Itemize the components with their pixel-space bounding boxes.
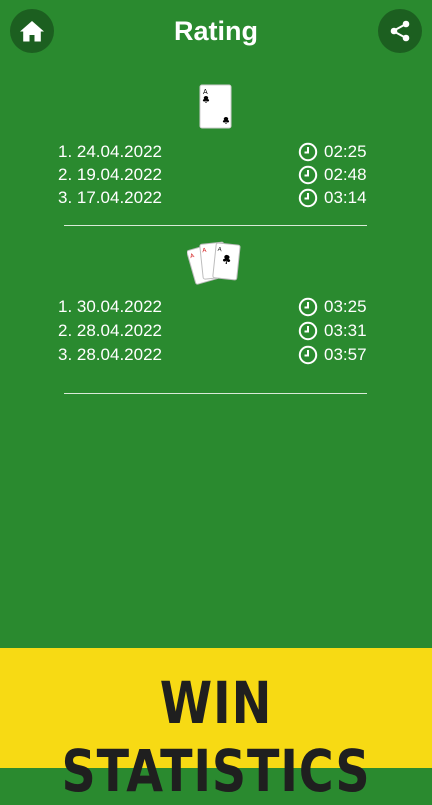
banner-text: WIN STATISTICS bbox=[61, 669, 371, 805]
time-text: 03:25 bbox=[324, 297, 367, 316]
time-text: 02:48 bbox=[324, 165, 367, 184]
time-value: 03:31 bbox=[298, 319, 367, 343]
clock-icon bbox=[298, 165, 318, 185]
rating-section-three-cards: A A A 1. 30.04.2022 03:25 2. 28.04.2022 … bbox=[0, 236, 432, 386]
rank-date: 2. 28.04.2022 bbox=[58, 321, 162, 340]
time-text: 03:57 bbox=[324, 345, 367, 364]
time-value: 03:57 bbox=[298, 343, 367, 367]
rating-section-one-card: A 1. 24.04.2022 02:25 2. 19.04.2022 02:4… bbox=[0, 80, 432, 230]
time-text: 02:25 bbox=[324, 142, 367, 161]
section-divider bbox=[64, 393, 367, 394]
time-value: 02:25 bbox=[298, 140, 367, 164]
page-title: Rating bbox=[174, 16, 258, 46]
clock-icon bbox=[298, 345, 318, 365]
section-divider bbox=[64, 225, 367, 226]
clock-icon bbox=[298, 188, 318, 208]
rating-row: 1. 30.04.2022 03:25 bbox=[58, 295, 372, 319]
svg-text:A: A bbox=[203, 89, 208, 96]
rank-date: 3. 17.04.2022 bbox=[58, 188, 162, 207]
rank-date: 2. 19.04.2022 bbox=[58, 165, 162, 184]
time-value: 03:25 bbox=[298, 295, 367, 319]
time-value: 03:14 bbox=[298, 186, 367, 210]
rating-row: 1. 24.04.2022 02:25 bbox=[58, 140, 372, 164]
rating-row: 3. 17.04.2022 03:14 bbox=[58, 186, 372, 210]
rank-date: 3. 28.04.2022 bbox=[58, 345, 162, 364]
svg-text:A: A bbox=[217, 247, 222, 253]
time-text: 03:31 bbox=[324, 321, 367, 340]
rank-date: 1. 24.04.2022 bbox=[58, 142, 162, 161]
svg-text:A: A bbox=[202, 248, 207, 254]
time-text: 03:14 bbox=[324, 188, 367, 207]
time-value: 02:48 bbox=[298, 163, 367, 187]
clock-icon bbox=[298, 142, 318, 162]
top-bar: Rating bbox=[0, 0, 432, 64]
single-card-icon: A bbox=[199, 84, 232, 129]
rating-row: 2. 28.04.2022 03:31 bbox=[58, 319, 372, 343]
rank-date: 1. 30.04.2022 bbox=[58, 297, 162, 316]
share-icon bbox=[390, 20, 410, 42]
share-button[interactable] bbox=[378, 9, 422, 53]
rating-row: 3. 28.04.2022 03:57 bbox=[58, 343, 372, 367]
clock-icon bbox=[298, 297, 318, 317]
win-statistics-banner: WIN STATISTICS bbox=[0, 648, 432, 805]
three-cards-icon: A A A bbox=[187, 241, 241, 285]
rating-row: 2. 19.04.2022 02:48 bbox=[58, 163, 372, 187]
clock-icon bbox=[298, 321, 318, 341]
